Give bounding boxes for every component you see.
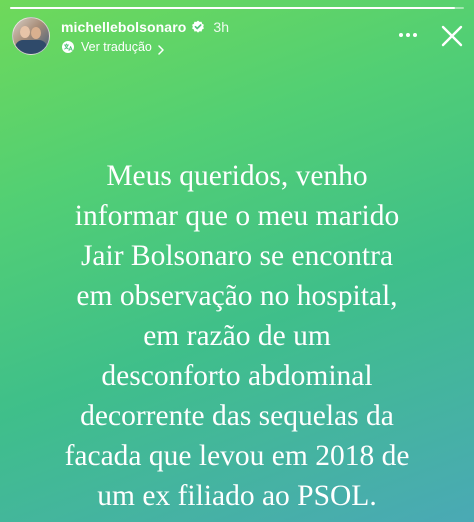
more-options-button[interactable] — [396, 26, 420, 44]
translate-link[interactable]: Ver tradução — [61, 39, 229, 55]
translate-label: Ver tradução — [81, 39, 152, 54]
story-text-line: decorrente das sequelas da — [80, 400, 394, 432]
story-meta: michellebolsonaro 3h Ver tradução — [61, 18, 229, 55]
avatar[interactable] — [12, 17, 50, 55]
more-horizontal-icon — [399, 33, 417, 37]
story-text-line: facada que levou em 2018 de — [64, 440, 410, 472]
translate-icon — [61, 40, 75, 54]
username[interactable]: michellebolsonaro — [61, 19, 186, 35]
chevron-right-icon — [157, 42, 165, 55]
close-icon — [441, 25, 463, 47]
story-text-line: em observação no hospital, — [76, 280, 398, 312]
story-text-line: Meus queridos, venho — [106, 160, 368, 192]
story-screen[interactable]: michellebolsonaro 3h Ver tradução Meus q… — [0, 0, 474, 522]
story-text-line: informar que o meu marido — [74, 200, 400, 232]
story-progress-fill — [10, 7, 455, 9]
post-time: 3h — [213, 18, 229, 35]
story-progress-bar — [10, 7, 464, 9]
story-text-line: em razão de um — [143, 320, 331, 352]
story-header: michellebolsonaro 3h Ver tradução — [12, 16, 229, 56]
story-text-line: desconforto abdominal — [101, 360, 373, 392]
story-author-row: michellebolsonaro 3h — [61, 18, 229, 36]
close-button[interactable] — [438, 22, 466, 50]
verified-badge-icon — [191, 20, 205, 34]
story-text-line: um ex filiado ao PSOL. — [97, 480, 377, 512]
story-text-line: Jair Bolsonaro se encontra — [80, 240, 394, 272]
story-text: Meus queridos, venho informar que o meu … — [20, 156, 454, 516]
